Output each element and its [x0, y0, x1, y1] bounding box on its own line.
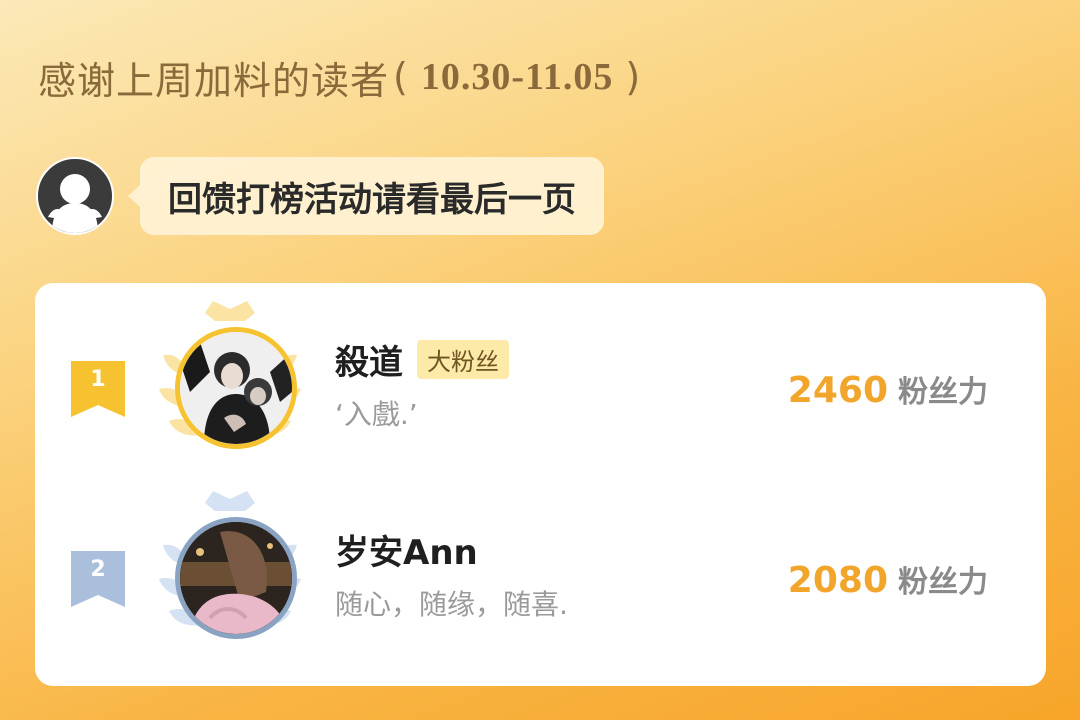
user-signature: 随心，随缘，随喜.	[335, 588, 568, 621]
ranking-row[interactable]: 1 殺道 大粉丝 ‘入戲.’ 2460 粉丝力	[35, 293, 1046, 473]
bot-message-text: 回馈打榜活动请看最后一页	[168, 179, 576, 220]
score-unit: 粉丝力	[898, 375, 988, 410]
page-title: 感谢上周加料的读者 ( 10.30-11.05 )	[38, 52, 642, 103]
fan-power-score: 2080 粉丝力	[788, 557, 988, 601]
rank-1-badge: 1	[71, 361, 125, 417]
ranking-row[interactable]: 2 岁安Ann 随心，随缘，随喜. 2080 粉丝力	[35, 483, 1046, 663]
fan-level-badge: 大粉丝	[417, 340, 509, 379]
fan-power-score: 2460 粉丝力	[788, 367, 988, 411]
rank-number: 2	[90, 557, 106, 582]
ghost-avatar-icon[interactable]	[36, 157, 114, 235]
rank-2-badge: 2	[71, 551, 125, 607]
rank-number: 1	[90, 367, 106, 392]
user-name[interactable]: 殺道	[335, 335, 403, 384]
bot-speech-bubble[interactable]: 回馈打榜活动请看最后一页	[128, 157, 604, 235]
score-value: 2080	[787, 560, 888, 601]
title-text: 感谢上周加料的读者	[38, 58, 390, 103]
ranking-card: 1 殺道 大粉丝 ‘入戲.’ 2460 粉丝力 2 岁安Ann 随心，随缘，随喜…	[35, 283, 1046, 686]
score-unit: 粉丝力	[898, 565, 988, 600]
date-range: 10.30-11.05	[420, 56, 614, 98]
name-line: 殺道 大粉丝	[335, 335, 509, 384]
name-line: 岁安Ann	[335, 525, 478, 574]
title-paren-open: (	[393, 55, 409, 99]
user-avatar[interactable]	[175, 327, 297, 449]
user-name[interactable]: 岁安Ann	[335, 525, 478, 574]
user-avatar[interactable]	[175, 517, 297, 639]
user-signature: ‘入戲.’	[335, 398, 418, 431]
bot-message-row: 回馈打榜活动请看最后一页	[36, 156, 604, 236]
title-paren-close: )	[625, 55, 642, 99]
score-value: 2460	[787, 370, 888, 411]
